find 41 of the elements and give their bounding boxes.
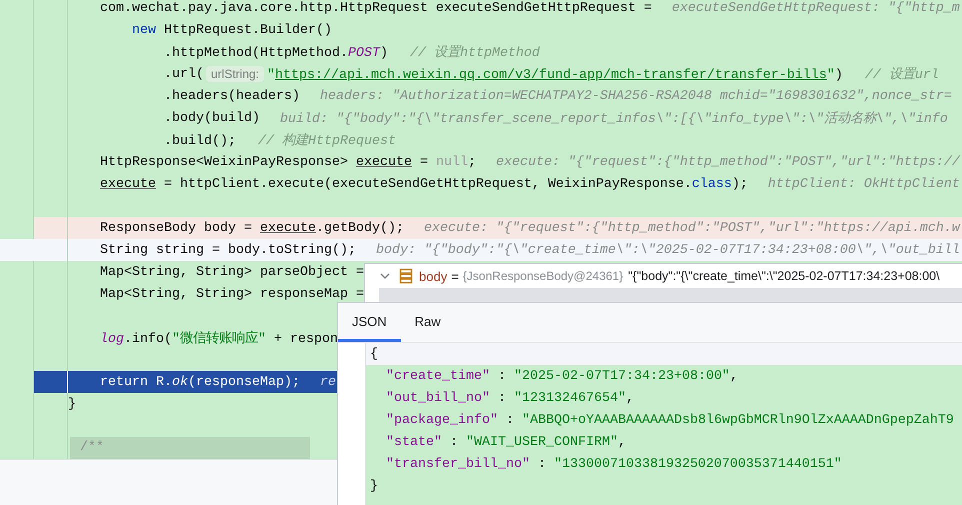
json-line: "transfer_bill_no" : "1330007103381932502070035371440151"	[385, 456, 842, 472]
code-text: .httpMethod(HttpMethod.POST) // 设置httpMethod	[162, 44, 540, 61]
json-line: {	[369, 346, 378, 362]
json-line: "out_bill_no" : "123132467654",	[385, 390, 634, 406]
inline-value-hint: headers: "Authorization=WECHATPAY2-SHA256-RSA2048 mchid="1698301632",nonce_str=	[320, 88, 952, 104]
code-text: execute = httpClient.execute(executeSendGetHttpRequest, WeixinPayResponse.class);	[99, 176, 748, 192]
viewer-tab[interactable]: Raw	[400, 303, 455, 342]
variable-name: body	[419, 268, 448, 284]
inline-value-hint: executeSendGetHttpRequest: "{"http_m	[672, 0, 960, 16]
code-text: return R.ok(responseMap);	[99, 374, 300, 390]
json-line: "package_info" : "ABBQO+oYAAABAAAAAADsb8l6wpGbMCRln9OlZxAAAADnGpepZahT9	[385, 412, 954, 428]
code-text: "https://api.mch.weixin.qq.com/v3/fund-app/mch-transfer/transfer-bills") // 设置url	[267, 66, 939, 83]
inline-value-hint: execute: "{"request":{"http_method":"POST","url":"https://api.mch.w	[424, 220, 960, 236]
inline-value-hint: build: "{"body":"{\"transfer_scene_report_infos\":[{\"info_type\":\"活动名称\",\"info	[280, 110, 948, 127]
url-link[interactable]: https://api.mch.weixin.qq.com/v3/fund-app/mch-transfer/transfer-bills	[275, 68, 827, 83]
code-text: .url(	[162, 66, 204, 82]
code-text: .headers(headers)	[162, 88, 300, 104]
inline-value-hint: re	[320, 374, 336, 390]
json-line: "state" : "WAIT_USER_CONFIRM",	[385, 434, 626, 450]
code-text: .body(build)	[162, 110, 260, 126]
inline-value-hint: execute: "{"request":{"http_method":"POST","url":"https://	[496, 154, 960, 170]
inline-value-hint: httpClient: OkHttpClient	[768, 176, 960, 192]
code-text: Map<String, String> parseObject =	[99, 264, 364, 280]
json-line: "create_time" : "2025-02-07T17:34:23+08:00",	[385, 368, 738, 384]
code-text: HttpResponse<WeixinPayResponse> execute = null;	[99, 154, 476, 170]
object-icon	[399, 268, 413, 284]
object-type: {JsonResponseBody@24361}	[462, 269, 624, 283]
code-text: Map<String, String> responseMap =	[99, 286, 364, 302]
code-text: com.wechat.pay.java.core.http.HttpRequest executeSendGetHttpRequest =	[99, 0, 652, 16]
code-text: ResponseBody body = execute.getBody();	[99, 220, 404, 236]
code-text: log.info("微信转账响应" + respon	[99, 330, 338, 347]
parameter-hint: urlString:	[206, 66, 264, 82]
folded-comment: /**	[70, 437, 310, 459]
code-text: String string = body.toString();	[99, 242, 356, 258]
json-line: }	[369, 478, 378, 494]
code-text: .build(); // 构建HttpRequest	[162, 132, 396, 149]
code-text: new HttpRequest.Builder()	[131, 22, 332, 38]
variable-value: "{"body":"{\"create_time\":\"2025-02-07T17:34:23+08:00\	[628, 269, 940, 283]
code-text: }	[68, 396, 76, 412]
equals-sign: =	[451, 268, 459, 284]
inline-value-hint: body: "{"body":"{\"create_time\":\"2025-02-07T17:34:23+08:00\",\"out_bill	[376, 242, 960, 258]
